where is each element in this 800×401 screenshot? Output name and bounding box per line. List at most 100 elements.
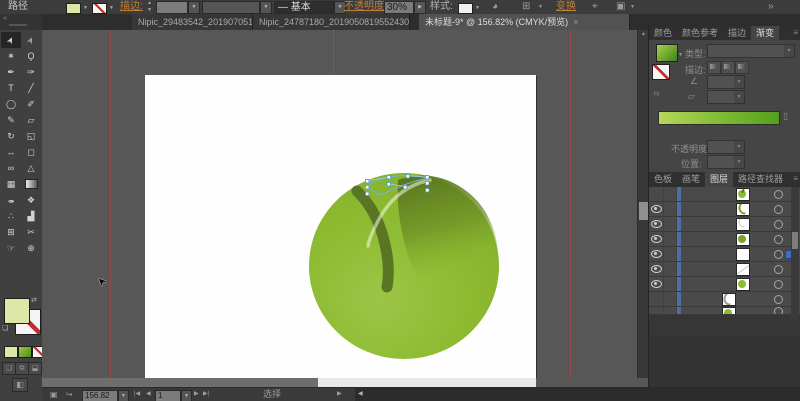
target-circle[interactable] <box>774 279 783 289</box>
target-circle[interactable] <box>774 249 783 259</box>
document-tab[interactable]: Nipic_29483542_20190705184832731089.ai* … <box>132 14 253 30</box>
visibility-toggle[interactable] <box>649 187 664 201</box>
stroke-style-dropdown[interactable]: — 基本 <box>274 1 334 14</box>
stroke-gradient-across-button[interactable] <box>735 61 749 74</box>
visibility-toggle[interactable] <box>649 277 664 291</box>
artboard-tool[interactable]: ⊞ <box>1 224 21 240</box>
location-field[interactable]: ▼ <box>707 155 745 169</box>
artboard-field[interactable]: 1 <box>155 389 181 401</box>
default-fill-stroke-icon[interactable]: ❏ <box>2 324 8 332</box>
scale-tool[interactable]: ◱ <box>21 128 41 144</box>
shape-builder-tool[interactable]: ∞ <box>1 160 21 176</box>
tab-stroke[interactable]: 描边 <box>723 26 751 40</box>
opacity-link[interactable]: 不透明度: <box>344 0 387 14</box>
reverse-gradient-icon[interactable]: ⇋ <box>653 89 660 98</box>
bounding-box-icon[interactable]: ⌖ <box>592 0 598 14</box>
gradient-tool[interactable] <box>21 176 41 192</box>
visibility-toggle[interactable] <box>649 232 664 246</box>
collapse-panels-icon[interactable]: » <box>768 0 774 14</box>
status-icon-2[interactable]: ↪ <box>66 388 73 401</box>
swap-fill-stroke-icon[interactable]: ⇄ <box>31 296 37 304</box>
brush-definition-dropdown[interactable] <box>202 1 260 14</box>
type-tool[interactable]: T <box>1 80 21 96</box>
lock-cell[interactable] <box>664 202 677 216</box>
tab-pathfinder[interactable]: 路径查找器 <box>733 172 788 187</box>
lock-cell[interactable] <box>664 277 677 291</box>
document-tab[interactable]: Nipic_24787180_20190508195524308085.ai* … <box>253 14 410 30</box>
draw-inside-mode-button[interactable]: ⬓ <box>28 362 42 375</box>
zoom-dropdown-icon[interactable]: ▼ <box>118 389 129 401</box>
transform-link[interactable]: 变换 <box>556 0 576 14</box>
visibility-toggle[interactable] <box>649 262 664 276</box>
stroke-dropdown-icon[interactable]: ▼ <box>107 4 116 13</box>
recolor-artwork-icon[interactable]: ◕ <box>492 0 498 14</box>
style-swatch[interactable] <box>458 2 473 14</box>
direct-selection-tool[interactable]: ➤ <box>21 32 41 48</box>
first-artboard-button[interactable]: |◀ <box>134 388 140 401</box>
align-dropdown-icon[interactable]: ▼ <box>538 0 543 14</box>
gradient-swatch-dropdown-icon[interactable]: ▼ <box>678 52 683 58</box>
select-similar-dropdown-icon[interactable]: ▼ <box>630 0 635 14</box>
lock-cell[interactable] <box>664 232 677 246</box>
layer-row[interactable] <box>649 277 800 292</box>
layer-thumbnail[interactable] <box>735 217 750 231</box>
panel-menu-icon[interactable]: ≡ <box>793 172 798 186</box>
panel-menu-icon[interactable]: ≡ <box>793 26 798 40</box>
layer-row[interactable] <box>649 187 800 202</box>
delete-stop-icon[interactable]: ▯ <box>783 111 788 122</box>
gradient-type-dropdown[interactable]: ▼ <box>707 44 795 58</box>
style-dropdown-icon[interactable]: ▼ <box>473 4 482 13</box>
draw-behind-mode-button[interactable]: ⧉ <box>15 362 29 375</box>
lock-cell[interactable] <box>664 292 677 306</box>
layer-thumbnail[interactable] <box>735 262 750 276</box>
target-circle[interactable] <box>774 219 783 229</box>
perspective-grid-tool[interactable]: △ <box>21 160 41 176</box>
layer-thumbnail[interactable] <box>735 232 750 246</box>
line-segment-tool[interactable]: ╱ <box>21 80 41 96</box>
fill-proxy[interactable] <box>4 298 30 324</box>
color-button[interactable] <box>4 346 18 358</box>
prev-artboard-button[interactable]: ◀ <box>146 388 151 401</box>
artboard-dropdown-icon[interactable]: ▼ <box>181 389 192 401</box>
stroke-link[interactable]: 描边: <box>120 0 143 14</box>
stroke-weight-dropdown[interactable]: ▼ <box>188 1 200 14</box>
target-circle[interactable] <box>774 234 783 244</box>
opacity-dropdown-icon[interactable]: ▶ <box>414 1 426 14</box>
stroke-weight-field[interactable] <box>156 1 188 14</box>
gradient-button[interactable] <box>18 346 32 358</box>
layer-thumbnail[interactable] <box>721 307 736 314</box>
toolbar-collapse-icon[interactable]: « <box>3 15 7 22</box>
tab-brushes[interactable]: 画笔 <box>677 172 705 187</box>
vertical-scrollbar[interactable]: ▲ <box>637 30 648 378</box>
stop-opacity-field[interactable]: ▼ <box>707 140 745 154</box>
layer-thumbnail[interactable] <box>735 247 750 261</box>
layer-row[interactable] <box>649 217 800 232</box>
tab-swatches[interactable]: 色板 <box>649 172 677 187</box>
guide-vertical[interactable] <box>570 30 571 378</box>
scroll-left-icon[interactable]: ◀ <box>358 388 363 401</box>
stroke-gradient-within-button[interactable] <box>707 61 721 74</box>
target-circle[interactable] <box>774 204 783 214</box>
free-transform-tool[interactable]: ◻ <box>21 144 41 160</box>
apple-artwork[interactable] <box>305 165 505 365</box>
angle-field[interactable]: ▼ <box>707 75 745 89</box>
opacity-field[interactable]: 30% <box>384 1 414 14</box>
layer-thumbnail[interactable] <box>721 292 736 306</box>
brush-dropdown-icon[interactable]: ▼ <box>260 1 272 14</box>
tab-color-guide[interactable]: 颜色参考 <box>677 26 723 40</box>
layer-row[interactable] <box>649 202 800 217</box>
stroke-weight-stepper[interactable]: ▲ ▼ <box>147 0 152 14</box>
visibility-toggle[interactable] <box>649 202 664 216</box>
eyedropper-tool[interactable]: ✒ <box>1 192 21 208</box>
fill-swatch[interactable] <box>66 2 81 14</box>
target-circle[interactable] <box>774 307 783 314</box>
lock-cell[interactable] <box>664 307 677 314</box>
layer-thumbnail[interactable] <box>735 277 750 291</box>
blend-tool[interactable]: ❖ <box>21 192 41 208</box>
canvas[interactable]: ➤ ▲ <box>42 30 648 401</box>
column-graph-tool[interactable]: ▟ <box>21 208 41 224</box>
layer-row[interactable] <box>649 232 800 247</box>
aspect-ratio-field[interactable]: ▼ <box>707 90 745 104</box>
gradient-slider[interactable] <box>658 111 780 125</box>
paintbrush-tool[interactable]: ✐ <box>21 96 41 112</box>
